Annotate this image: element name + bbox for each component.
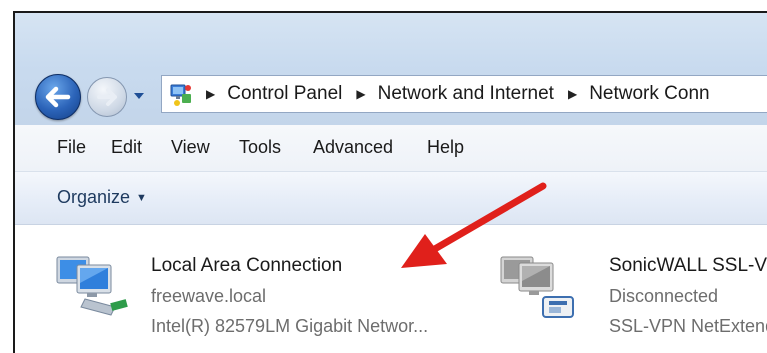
connection-status: freewave.local	[151, 286, 267, 306]
menu-edit[interactable]: Edit	[111, 137, 142, 158]
connection-status: Disconnected	[609, 286, 719, 306]
control-panel-icon	[170, 84, 191, 106]
dropdown-caret-icon: ▼	[136, 192, 147, 204]
menu-bar: File Edit View Tools Advanced Help	[15, 125, 767, 172]
connection-name: Local Area Connection	[151, 255, 343, 276]
connections-list: Local Area Connection freewave.local Int…	[15, 225, 767, 353]
menu-view[interactable]: View	[171, 137, 210, 158]
recent-pages-dropdown[interactable]	[133, 91, 145, 101]
red-arrow-annotation	[401, 182, 547, 268]
address-bar[interactable]: ▶ Control Panel ▶ Network and Internet ▶…	[161, 75, 767, 113]
ethernet-adapter-icon	[56, 256, 128, 316]
breadcrumb-control-panel[interactable]: Control Panel	[227, 83, 342, 105]
explorer-window: ▶ Control Panel ▶ Network and Internet ▶…	[13, 11, 767, 353]
menu-advanced[interactable]: Advanced	[313, 137, 393, 158]
back-button[interactable]	[35, 74, 81, 120]
connection-device: SSL-VPN NetExtend	[609, 316, 767, 336]
forward-arrow-icon	[97, 88, 117, 106]
breadcrumb-separator-icon[interactable]: ▶	[568, 87, 577, 101]
menu-tools[interactable]: Tools	[239, 137, 281, 158]
organize-button[interactable]: Organize ▼	[57, 187, 147, 208]
title-chrome: ▶ Control Panel ▶ Network and Internet ▶…	[15, 13, 767, 125]
organize-label: Organize	[57, 187, 131, 207]
menu-file[interactable]: File	[57, 137, 86, 158]
breadcrumb-network-and-internet[interactable]: Network and Internet	[378, 83, 554, 105]
forward-button[interactable]	[87, 77, 127, 117]
menu-help[interactable]: Help	[427, 137, 464, 158]
command-bar: Organize ▼	[15, 172, 767, 225]
breadcrumb-network-connections[interactable]: Network Conn	[589, 83, 709, 105]
connection-device: Intel(R) 82579LM Gigabit Networ...	[151, 316, 429, 336]
breadcrumb: ▶ Control Panel ▶ Network and Internet ▶…	[200, 76, 710, 112]
breadcrumb-separator-icon[interactable]: ▶	[206, 87, 215, 101]
connection-name: SonicWALL SSL-VP	[609, 255, 767, 276]
back-arrow-icon	[45, 86, 71, 108]
breadcrumb-separator-icon[interactable]: ▶	[356, 87, 365, 101]
